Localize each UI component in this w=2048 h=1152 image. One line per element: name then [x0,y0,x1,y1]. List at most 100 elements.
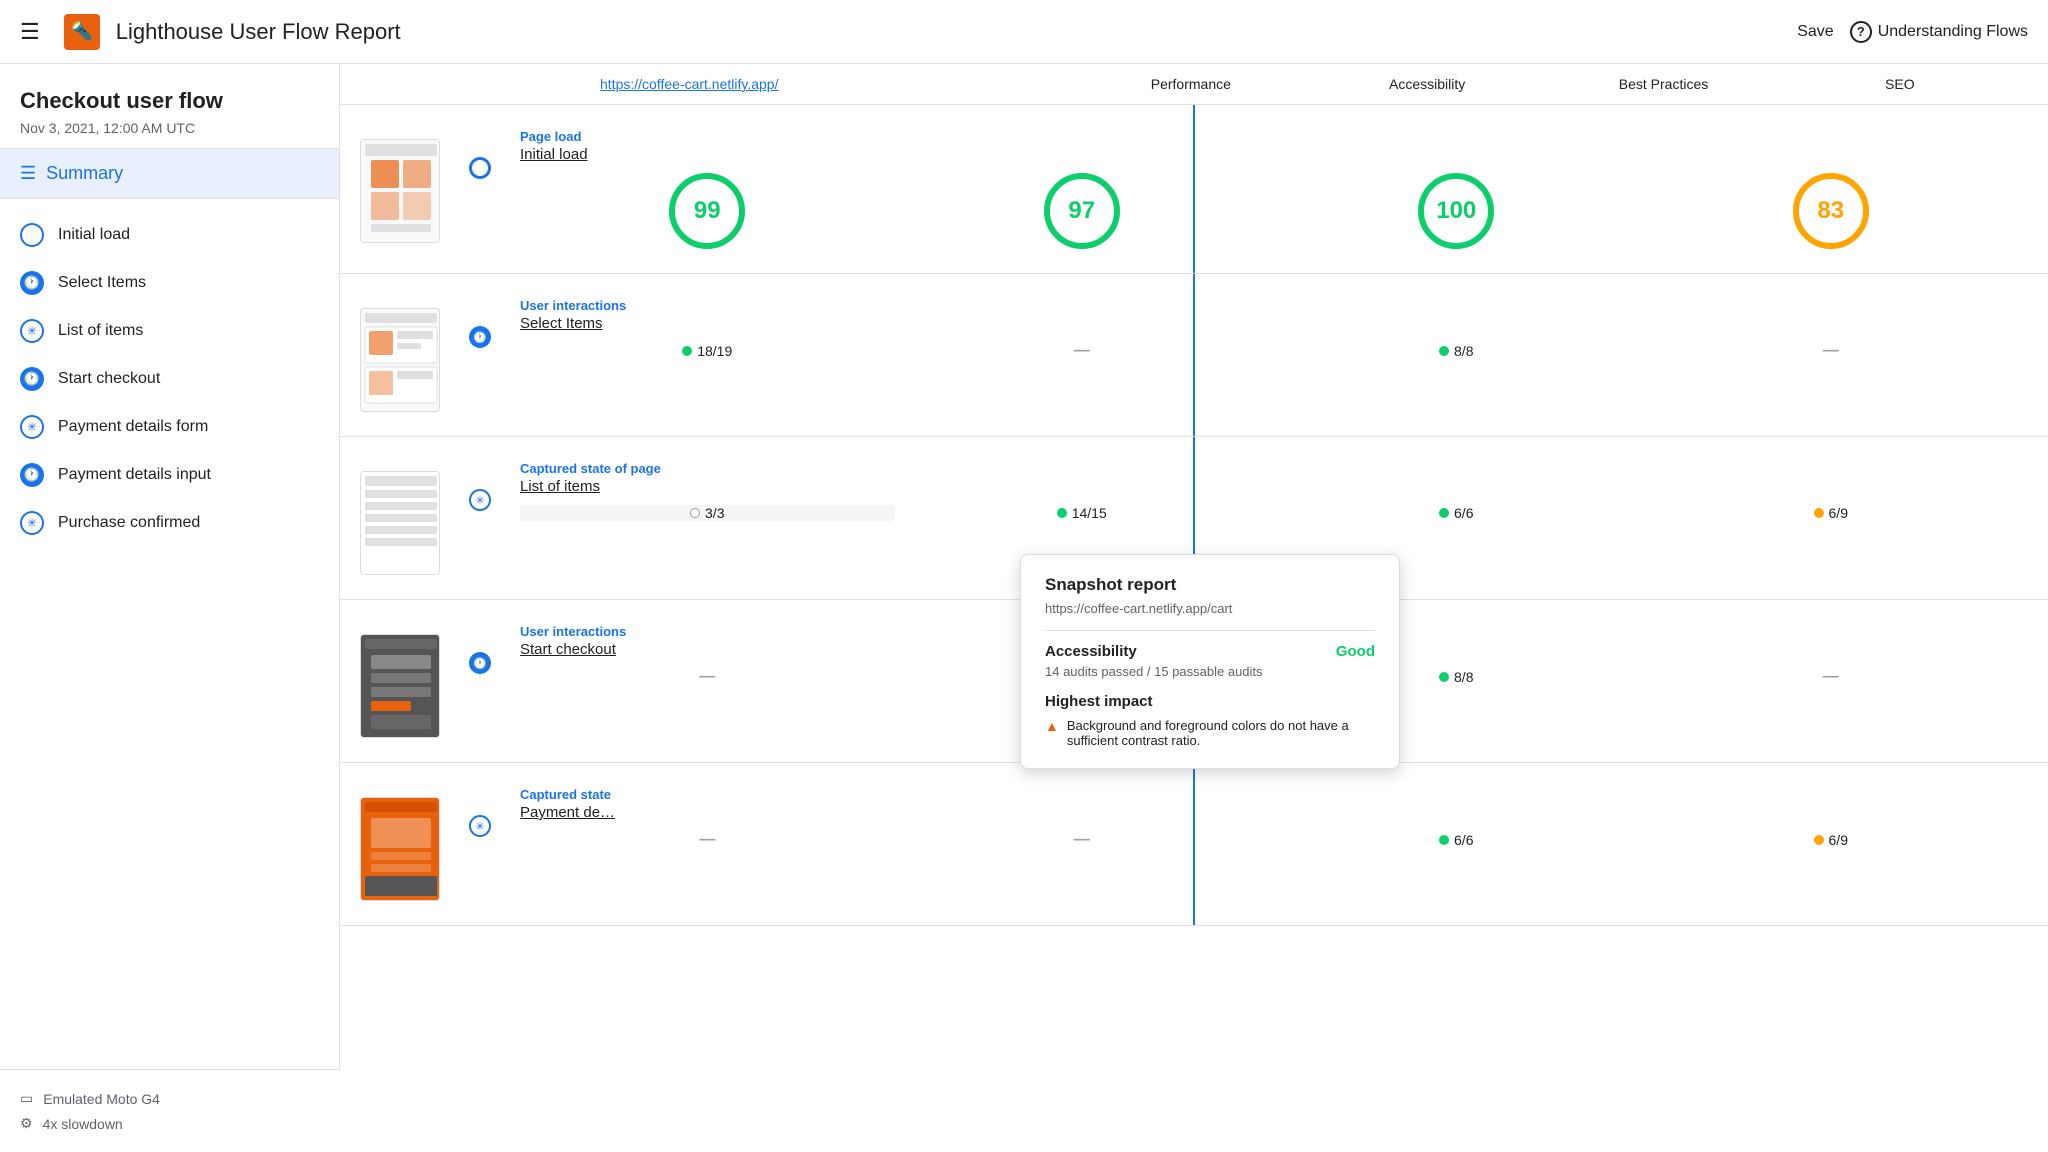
sidebar-steps: Initial load 🕐 Select Items ✳ List of it… [0,199,339,559]
main-content: https://coffee-cart.netlify.app/ Perform… [340,64,2048,1152]
score-acc-3: 14/15 [895,505,1270,521]
col-seo: SEO [1782,76,2018,92]
clock-icon-1: 🕐 [20,271,44,295]
thumb-col-1 [340,129,460,243]
thumb-svg-5 [361,798,440,901]
name-initial-load[interactable]: Initial load [520,146,2018,163]
tooltip-divider [1045,630,1375,631]
clock-icon-2: 🕐 [20,367,44,391]
thumb-svg-4 [361,635,440,738]
snap-icon-2: ✳ [20,415,44,439]
dot-start-checkout: 🕐 [469,652,491,674]
hamburger-menu[interactable]: ☰ [20,19,40,45]
sidebar-item-initial-load[interactable]: Initial load [0,211,339,259]
score-seo-4: — [1644,668,2019,686]
circle-83: 83 [1793,173,1869,249]
device-icon: ▭ [20,1090,33,1107]
sidebar-item-payment-input[interactable]: 🕐 Payment details input [0,451,339,499]
score-perf-3: 3/3 [520,505,895,521]
pill-val-1: 18/19 [697,343,732,359]
dash-1: — [1074,342,1090,360]
step-label-payment-form: Payment details form [58,418,208,436]
pill-6-6-2: 6/6 [1439,832,1473,848]
circle-100: 100 [1418,173,1494,249]
col-best-practices: Best Practices [1545,76,1781,92]
type-initial-load: Page load [520,129,2018,144]
app-title: Lighthouse User Flow Report [116,19,1782,45]
tooltip-accessibility-title: Accessibility Good [1045,643,1375,660]
sidebar-item-list-of-items[interactable]: ✳ List of items [0,307,339,355]
save-button[interactable]: Save [1797,23,1833,41]
pill-val-9: 6/9 [1829,832,1848,848]
thumbnail-payment-details [360,797,440,901]
timeline-line-2 [1193,274,1195,436]
sidebar-item-start-checkout[interactable]: 🕐 Start checkout [0,355,339,403]
info-payment-details: Captured state Payment de… — — 6/6 [500,787,2018,849]
table-row-select-items: 🕐 User interactions Select Items 18/19 [340,274,2048,437]
timeline-line-5 [1193,763,1195,925]
snap-icon-3: ✳ [20,511,44,535]
score-perf-2: 18/19 [520,342,895,360]
pdot-g-4 [1439,508,1449,518]
dot-col-4: 🕐 [460,624,500,674]
scores-list-of-items: 3/3 14/15 6/6 [520,505,2018,521]
step-label-list-of-items: List of items [58,322,143,340]
sidebar-item-payment-form[interactable]: ✳ Payment details form [0,403,339,451]
help-icon: ? [1850,21,1872,43]
dash-5: — [1823,668,1839,686]
load-icon [20,223,44,247]
slowdown-icon: ⚙ [20,1115,33,1132]
col-performance: Performance [1073,76,1309,92]
thumbnail-list-of-items [360,471,440,575]
name-select-items[interactable]: Select Items [520,315,2018,332]
name-list-of-items[interactable]: List of items [520,478,2018,495]
type-list-of-items: Captured state of page [520,461,2018,476]
sidebar: Checkout user flow Nov 3, 2021, 12:00 AM… [0,64,340,1152]
timeline-area: Page load Initial load 99 97 100 [340,105,2048,926]
table-row-payment-details: ✳ Captured state Payment de… — — [340,763,2048,926]
sidebar-item-select-items[interactable]: 🕐 Select Items [0,259,339,307]
step-label-start-checkout: Start checkout [58,370,160,388]
pill-8-8-2: 8/8 [1439,669,1473,685]
dash-3: — [699,668,715,686]
sidebar-item-purchase-confirmed[interactable]: ✳ Purchase confirmed [0,499,339,547]
sidebar-footer-device: ▭ Emulated Moto G4 [20,1086,320,1111]
circle-97: 97 [1044,173,1120,249]
thumbnail-initial-load [360,139,440,243]
pdot-o-2 [1814,835,1824,845]
step-label-initial-load: Initial load [58,226,130,244]
scores-select-items: 18/19 — 8/8 — [520,342,2018,360]
pill-val-6: 6/9 [1829,505,1848,521]
score-perf-1: 99 [520,173,895,249]
score-seo-5: 6/9 [1644,831,2019,849]
circle-99: 99 [669,173,745,249]
sidebar-summary[interactable]: ☰ Summary [0,149,339,199]
score-bp-1: 100 [1269,173,1644,249]
pill-3-3: 3/3 [690,505,724,521]
column-headers: https://coffee-cart.netlify.app/ Perform… [340,64,2048,105]
dot-select-items: 🕐 [469,326,491,348]
impact-text: Background and foreground colors do not … [1067,718,1375,748]
pill-6-6-1: 6/6 [1439,505,1473,521]
tooltip-title: Snapshot report [1045,575,1375,595]
thumb-svg-1 [361,140,440,243]
pdot-g-2 [1439,346,1449,356]
score-bp-5: 6/6 [1269,831,1644,849]
url-header[interactable]: https://coffee-cart.netlify.app/ [600,76,1073,92]
dot-list-of-items: ✳ [469,489,491,511]
thumb-svg-2 [361,309,440,412]
dash-6: — [699,831,715,849]
sidebar-footer: ▭ Emulated Moto G4 ⚙ 4x slowdown [0,1069,340,1152]
understanding-flows-link[interactable]: ? Understanding Flows [1850,21,2028,43]
info-initial-load: Page load Initial load 99 97 100 [500,129,2018,249]
main-layout: Checkout user flow Nov 3, 2021, 12:00 AM… [0,64,2048,1152]
score-acc-2: — [895,342,1270,360]
dot-initial-load [469,157,491,179]
pill-val-4: 14/15 [1072,505,1107,521]
accessibility-status: Good [1336,643,1375,660]
pill-val-2: 8/8 [1454,343,1473,359]
info-select-items: User interactions Select Items 18/19 — [500,298,2018,360]
score-bp-3: 6/6 [1269,505,1644,521]
pdot-g-5 [1439,672,1449,682]
name-payment-details[interactable]: Payment de… [520,804,2018,821]
